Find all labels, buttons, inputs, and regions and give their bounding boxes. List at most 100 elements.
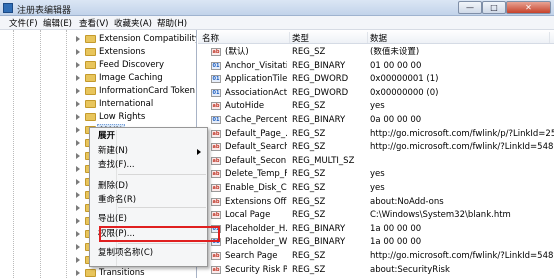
expand-arrow-icon[interactable]: [76, 153, 80, 159]
close-button[interactable]: ✕: [506, 1, 551, 14]
binary-value-icon: 01: [211, 75, 221, 84]
column-name[interactable]: 名称: [202, 32, 290, 44]
string-value-icon: ab: [211, 252, 221, 260]
tree-item[interactable]: Feed Discovery: [76, 59, 196, 72]
value-name: Placeholder_W...: [225, 237, 287, 248]
value-data: http://go.microsoft.com/fwlink/?LinkId=5…: [370, 251, 554, 261]
value-row[interactable]: ab Default_Search... REG_SZ http://go.micro…: [198, 141, 554, 154]
menu-separator: [118, 207, 206, 208]
string-value-icon: ab: [211, 265, 221, 274]
value-row[interactable]: 01 AssociationActi... REG_DWORD 0x00000000 …: [198, 87, 554, 100]
menu-bar: 文件(F) 编辑(E) 查看(V) 收藏夹(A) 帮助(H): [0, 16, 554, 30]
value-data: C:\Windows\System32\blank.htm: [370, 210, 511, 221]
menu-view[interactable]: 查看(V): [79, 17, 108, 29]
menu-file[interactable]: 文件(F): [9, 17, 38, 29]
value-row[interactable]: 01 Cache_Percent... REG_BINARY 0a 00 00 00: [198, 114, 554, 127]
value-row[interactable]: ab Delete_Temp_F... REG_SZ yes: [198, 168, 554, 181]
expand-arrow-icon[interactable]: [76, 36, 80, 42]
value-data: yes: [370, 183, 385, 193]
value-row[interactable]: ab Extensions Off ... REG_SZ about:NoAdd-on…: [198, 196, 554, 209]
value-data: about:SecurityRisk: [370, 264, 450, 275]
menu-favorites[interactable]: 收藏夹(A): [114, 17, 152, 29]
value-name: Search Page: [225, 251, 278, 261]
value-row[interactable]: ab Security Risk P... REG_SZ about:Security…: [198, 264, 554, 277]
value-row[interactable]: ab Local Page REG_SZ C:\Windows\System32\bl…: [198, 209, 554, 222]
context-menu-item[interactable]: 导出(E): [98, 213, 206, 226]
menu-edit[interactable]: 编辑(E): [43, 17, 72, 29]
tree-item[interactable]: InformationCard Token Pr: [76, 85, 196, 98]
expand-arrow-icon[interactable]: [76, 88, 80, 94]
context-menu-item[interactable]: 复制项名称(C): [98, 247, 206, 260]
column-data[interactable]: 数据: [370, 32, 550, 44]
registry-editor-icon: [3, 3, 13, 13]
value-row[interactable]: 01Placeholder_W...REG_BINARY1a 00 00 00: [198, 236, 554, 249]
expand-arrow-icon[interactable]: [76, 101, 80, 107]
string-value-icon: ab: [211, 170, 221, 179]
expand-arrow-icon[interactable]: [76, 127, 80, 133]
tree-item[interactable]: Transitions: [76, 267, 196, 278]
tree-item[interactable]: International: [76, 98, 196, 111]
values-list[interactable]: 名称 类型 数据 ab (默认) REG_SZ (数值未设置) 01 Anchor_Vis…: [198, 30, 554, 278]
expand-arrow-icon[interactable]: [76, 205, 80, 211]
expand-arrow-icon[interactable]: [76, 179, 80, 185]
maximize-button[interactable]: □: [482, 1, 506, 14]
value-row[interactable]: ab AutoHide REG_SZ yes: [198, 100, 554, 113]
value-type: REG_SZ: [292, 169, 326, 180]
expand-arrow-icon[interactable]: [76, 114, 80, 120]
menu-separator: [118, 174, 206, 175]
context-menu-item[interactable]: 查找(F)...: [98, 159, 206, 172]
value-name: Default_Search...: [225, 142, 287, 153]
tree-item[interactable]: Low Rights: [76, 111, 196, 124]
value-row[interactable]: ab (默认) REG_SZ (数值未设置): [198, 46, 554, 59]
expand-arrow-icon[interactable]: [76, 244, 80, 250]
title-bar: 注册表编辑器 — □ ✕: [0, 0, 554, 16]
value-row[interactable]: 01 Placeholder_H... REG_BINARY 1a 00 00 00: [198, 223, 554, 236]
tree-guide-line: [66, 30, 67, 278]
binary-value-icon: 01: [211, 88, 221, 97]
context-menu-item[interactable]: 展开: [98, 130, 206, 143]
tree-guide-line: [13, 30, 14, 278]
value-type: REG_SZ: [292, 196, 326, 207]
string-value-icon: ab: [211, 184, 221, 192]
value-data: 0a 00 00 00: [370, 115, 422, 125]
expand-arrow-icon[interactable]: [76, 218, 80, 224]
value-row[interactable]: ab Default_Secon... REG_MULTI_SZ: [198, 155, 554, 168]
expand-arrow-icon[interactable]: [76, 62, 80, 68]
context-menu-item[interactable]: 删除(D): [98, 180, 206, 193]
expand-arrow-icon[interactable]: [76, 270, 80, 276]
value-name: Placeholder_H...: [225, 223, 287, 234]
value-name: ApplicationTile...: [225, 74, 287, 85]
value-data: 01 00 00 00: [370, 60, 422, 71]
minimize-button[interactable]: —: [458, 1, 482, 14]
expand-arrow-icon[interactable]: [76, 166, 80, 172]
expand-arrow-icon[interactable]: [76, 49, 80, 55]
value-row[interactable]: ab Default_Page_... REG_SZ http://go.micros…: [198, 128, 554, 141]
expand-arrow-icon[interactable]: [76, 192, 80, 198]
window-title: 注册表编辑器: [17, 6, 72, 16]
expand-arrow-icon[interactable]: [76, 140, 80, 146]
value-name: Default_Page_...: [225, 128, 287, 139]
value-type: REG_SZ: [292, 210, 326, 221]
tree-item[interactable]: Extension Compatibility: [76, 33, 196, 46]
value-name: Cache_Percent...: [225, 115, 287, 125]
value-row[interactable]: 01 ApplicationTile... REG_DWORD 0x00000001 …: [198, 73, 554, 86]
expand-arrow-icon[interactable]: [76, 75, 80, 81]
expand-arrow-icon[interactable]: [76, 231, 80, 237]
expand-arrow-icon[interactable]: [76, 257, 80, 263]
string-value-icon: ab: [211, 48, 221, 56]
tree-item[interactable]: Image Caching: [76, 72, 196, 85]
tree-item-label: Image Caching: [99, 73, 163, 83]
value-name: Security Risk P...: [225, 264, 287, 275]
context-menu-item[interactable]: 新建(N): [98, 145, 206, 158]
column-type[interactable]: 类型: [292, 32, 368, 44]
value-row[interactable]: 01 Anchor_Visitati... REG_BINARY 01 00 00 0…: [198, 60, 554, 73]
value-data: 1a 00 00 00: [370, 223, 422, 234]
menu-separator: [118, 243, 206, 244]
context-menu-item[interactable]: 重命名(R): [98, 194, 206, 207]
value-row[interactable]: ab Search Page REG_SZ http://go.microsoft.c…: [198, 250, 554, 263]
value-type: REG_SZ: [292, 251, 326, 261]
menu-help[interactable]: 帮助(H): [157, 17, 187, 29]
value-row[interactable]: ab Enable_Disk_C... REG_SZ yes: [198, 182, 554, 195]
tree-item[interactable]: Extensions: [76, 46, 196, 59]
folder-icon: [85, 113, 96, 121]
